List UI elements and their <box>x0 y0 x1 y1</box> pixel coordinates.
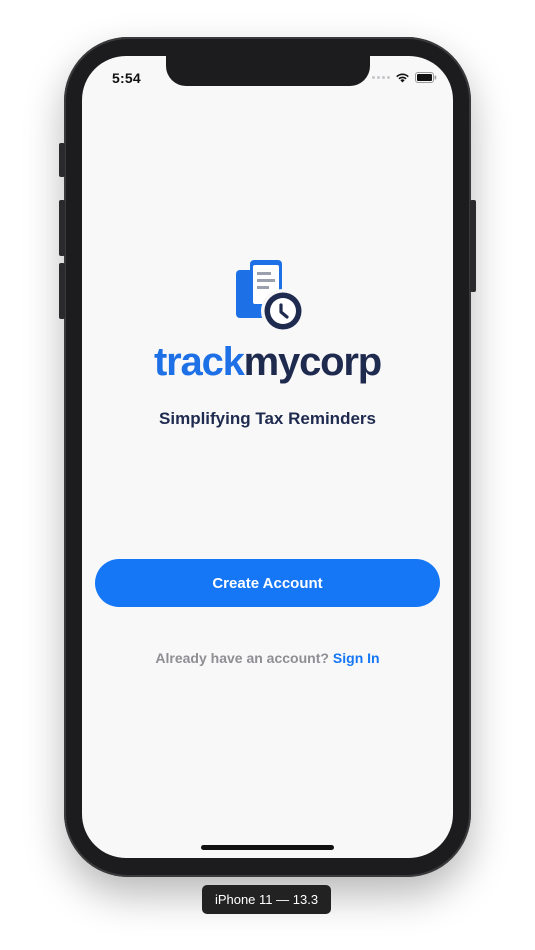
status-time: 5:54 <box>112 70 141 86</box>
brand-name-part1: track <box>154 340 245 384</box>
brand-name-part2: mycorp <box>243 340 382 384</box>
battery-icon <box>415 72 437 83</box>
volume-up-button <box>59 200 65 256</box>
device-label: iPhone 11 — 13.3 <box>202 885 331 914</box>
create-account-button[interactable]: Create Account <box>95 559 440 607</box>
app-screen: 5:54 trackmycorp Simplifying Tax Reminde… <box>82 56 453 858</box>
tagline: Simplifying Tax Reminders <box>159 409 376 428</box>
document-clock-icon <box>236 260 305 333</box>
power-button <box>470 200 476 292</box>
signin-link[interactable]: Sign In <box>333 650 380 666</box>
brand-wordmark: trackmycorp <box>82 336 453 388</box>
signal-dots-icon <box>372 76 390 79</box>
volume-down-button <box>59 263 65 319</box>
notch <box>166 56 370 86</box>
signin-prompt: Already have an account? <box>155 650 329 666</box>
status-icons <box>372 72 437 83</box>
silent-switch <box>59 143 65 177</box>
home-indicator[interactable] <box>201 845 334 850</box>
signin-row: Already have an account? Sign In <box>82 650 453 666</box>
wifi-icon <box>396 73 409 83</box>
